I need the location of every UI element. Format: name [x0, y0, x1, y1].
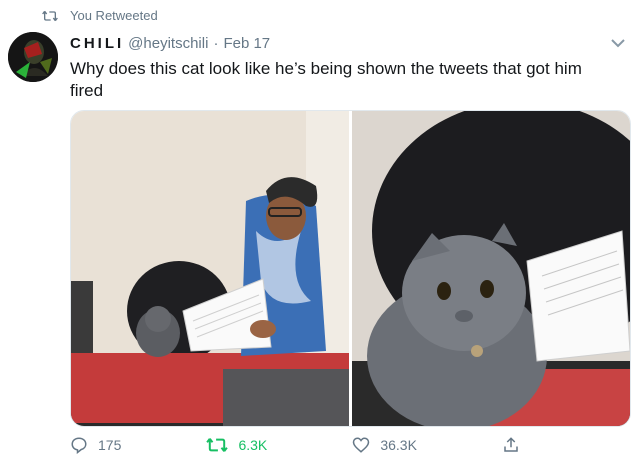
- avatar[interactable]: [8, 32, 58, 82]
- tweet-date[interactable]: Feb 17: [223, 35, 270, 52]
- retweet-icon: [206, 438, 229, 452]
- like-icon: [353, 437, 370, 453]
- retweet-notice-label: You Retweeted: [70, 8, 158, 23]
- retweet-notice[interactable]: You Retweeted: [42, 8, 158, 23]
- retweet-count: 6.3K: [238, 437, 268, 453]
- reply-button[interactable]: 175: [70, 436, 121, 454]
- tweet-actions: 175 6.3K 36.3K: [70, 436, 530, 454]
- display-name[interactable]: CHILI: [70, 35, 124, 52]
- like-count: 36.3K: [380, 437, 417, 453]
- reply-count: 175: [98, 437, 122, 453]
- reply-icon: [71, 437, 87, 454]
- share-icon: [504, 437, 518, 452]
- media-photo-left[interactable]: [71, 111, 349, 426]
- user-handle[interactable]: @heyitschili: [128, 35, 208, 52]
- share-button[interactable]: [502, 436, 530, 454]
- retweet-icon: [42, 10, 58, 21]
- chevron-down-icon[interactable]: [609, 34, 627, 52]
- retweet-button[interactable]: 6.3K: [206, 436, 267, 454]
- tweet-text: Why does this cat look like he’s being s…: [70, 59, 582, 100]
- tweet-header: CHILI @heyitschili · Feb 17: [70, 35, 270, 52]
- separator-dot: ·: [213, 35, 219, 52]
- media-photo-right[interactable]: [352, 111, 630, 426]
- tweet-media[interactable]: [70, 110, 631, 427]
- like-button[interactable]: 36.3K: [352, 436, 417, 454]
